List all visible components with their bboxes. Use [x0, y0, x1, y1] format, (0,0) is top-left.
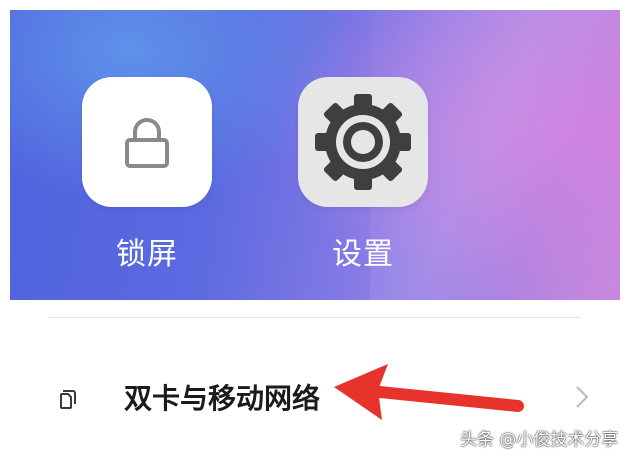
app-settings[interactable]: 设置: [298, 77, 428, 273]
chevron-right-icon: [576, 386, 589, 408]
red-arrow-annotation: [334, 364, 524, 420]
watermark: 头条 @小俊技术分享: [460, 430, 619, 450]
dual-sim-icon: [60, 390, 76, 409]
settings-row-label: 双卡与移动网络: [124, 382, 321, 415]
app-lock-screen[interactable]: 锁屏: [82, 77, 212, 273]
app-label-settings: 设置: [332, 237, 394, 272]
lock-icon: [125, 118, 169, 168]
settings-app-tile[interactable]: [298, 77, 428, 207]
settings-row-dual-sim[interactable]: 双卡与移动网络: [0, 362, 630, 434]
app-label-lock: 锁屏: [116, 237, 178, 272]
lock-app-tile[interactable]: [82, 77, 212, 207]
divider: [48, 317, 580, 318]
gear-icon: [315, 94, 411, 190]
